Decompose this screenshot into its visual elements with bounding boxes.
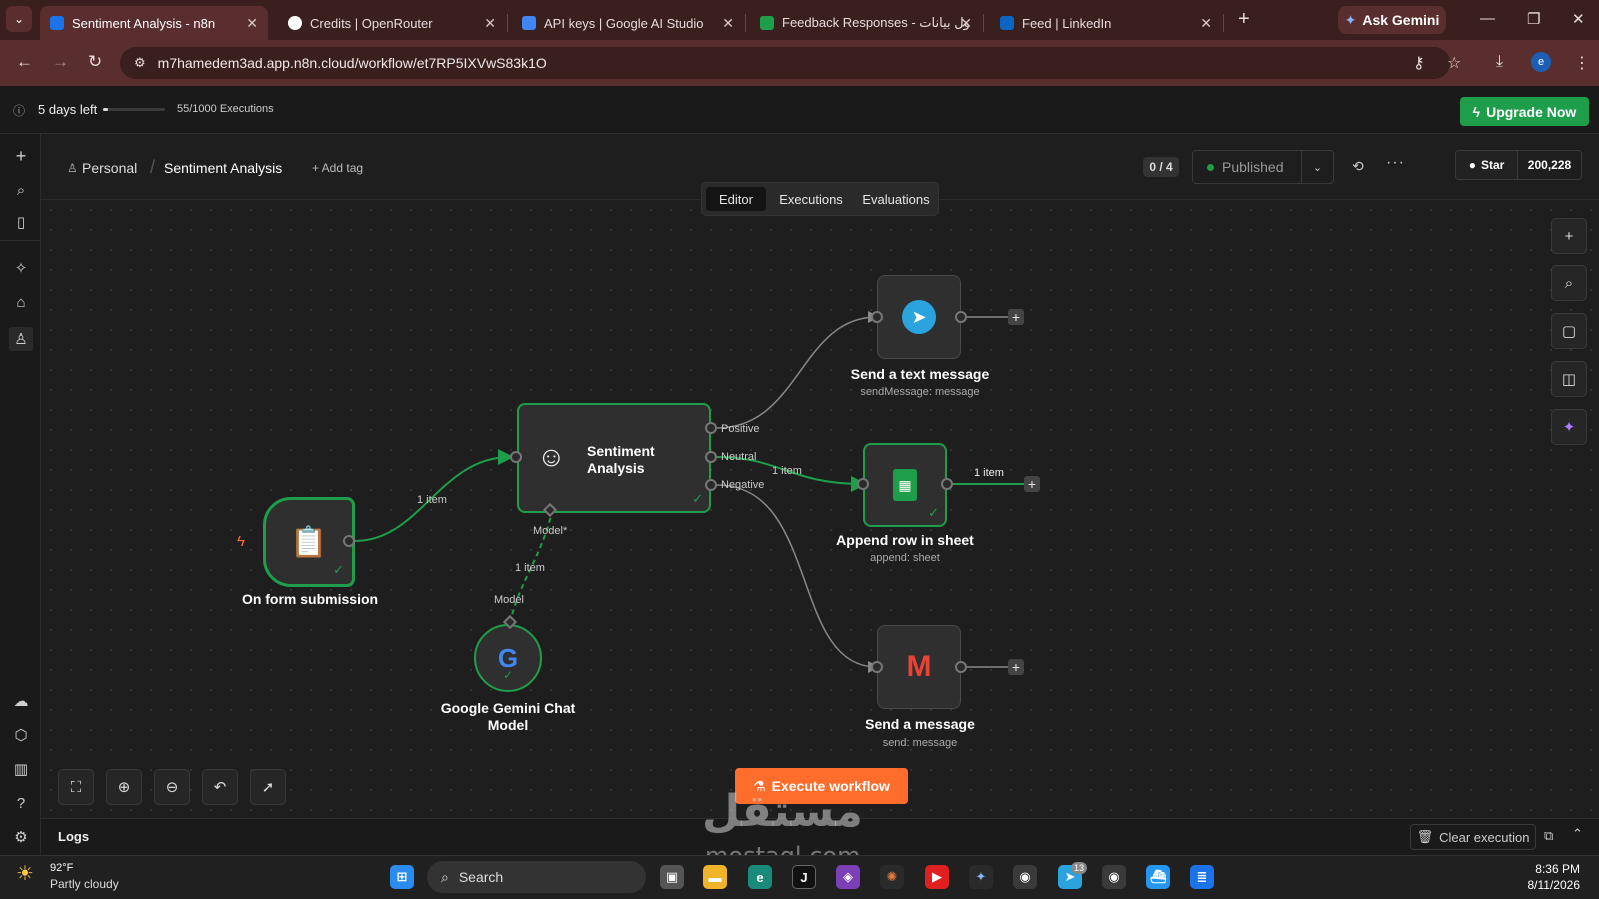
fit-view-icon[interactable]: ⛶ [58,769,94,805]
clipboard-icon: 📋 [290,525,328,559]
model-port-label: Model* [533,525,568,537]
edge-label: 1 item [515,562,545,574]
zoom-in-icon[interactable]: ⊕ [106,769,142,805]
node-form-submission[interactable]: 📋 ✓ [263,497,355,587]
node-label: Send a text message [850,366,990,382]
output-handle[interactable] [955,661,967,673]
success-check-icon: ✓ [333,562,344,577]
canvas-search-icon[interactable]: ⌕ [1551,265,1587,301]
windows-start-icon[interactable]: ⊞ [390,865,414,889]
tidy-up-icon[interactable]: ➚ [250,769,286,805]
weather-condition: Partly cloudy [50,877,119,891]
gemini-app-icon[interactable]: ✦ [969,865,993,889]
trigger-lightning-icon: ϟ [237,533,245,550]
node-label: Google Gemini Chat Model [440,700,576,733]
node-label: Send a message [865,716,975,732]
node-label: Sentiment Analysis [587,443,655,476]
node-send-text-message[interactable]: ➤ [877,275,961,359]
edge-browser-icon[interactable]: e [748,865,772,889]
weather-icon: ☀ [16,863,34,885]
sticky-note-icon[interactable]: ▢ [1551,313,1587,349]
output-handle-negative[interactable] [705,479,717,491]
output-label-negative: Negative [721,479,765,491]
output-handle[interactable] [941,478,953,490]
visual-studio-icon[interactable]: ◈ [836,865,860,889]
search-icon: ⌕ [441,868,449,885]
clock-date: 8/11/2026 [1527,878,1581,892]
output-label-positive: Positive [721,423,760,435]
watermark-arabic: مستقل [702,786,863,837]
chrome-active-icon[interactable]: ◉ [1013,865,1037,889]
telegram-badge: 13 [1071,862,1087,874]
panel-layout-icon[interactable]: ◫ [1551,361,1587,397]
node-subtitle: send: message [882,737,958,749]
node-gemini-chat-model[interactable]: G ✓ [474,624,542,692]
node-subtitle: sendMessage: message [860,386,980,398]
node-send-message[interactable]: M [877,625,961,709]
zoom-out-icon[interactable]: ⊖ [154,769,190,805]
edge-label: 1 item [974,467,1004,479]
popout-icon[interactable]: ⧉ [1544,828,1553,844]
trash-icon: 🗑 [1416,829,1434,844]
docker-icon[interactable]: ⛴ [1146,865,1170,889]
node-label: On form submission [241,591,379,607]
edge-label: 1 item [772,465,802,477]
success-check-icon: ✓ [928,505,939,520]
success-check-icon: ✓ [692,491,703,506]
input-handle[interactable] [871,661,883,673]
taskbar-search[interactable]: ⌕ Search [427,861,646,893]
chevron-up-icon[interactable]: ⌃ [1572,826,1583,842]
file-explorer-icon[interactable]: ▬ [703,865,727,889]
node-label: Append row in sheet [836,532,974,548]
output-label-neutral: Neutral [721,451,757,463]
task-view-icon[interactable]: ▣ [660,865,684,889]
notepad-icon[interactable]: ≣ [1190,865,1214,889]
model-port-label: Model [494,594,524,606]
edge-negative-to-gmail [716,484,880,673]
success-check-icon: ✓ [503,668,514,682]
connections-layer [354,311,1027,673]
node-subtitle: append: sheet [870,552,940,564]
claude-icon[interactable]: ✺ [880,865,904,889]
clear-execution-button[interactable]: 🗑 Clear execution [1410,824,1536,850]
clock-time: 8:36 PM [1535,862,1580,876]
add-node-button[interactable]: + [1551,218,1587,254]
telegram-icon: ➤ [902,300,936,334]
node-sentiment-analysis[interactable]: ☺ Sentiment Analysis ✓ [517,403,711,513]
node-append-row-in-sheet[interactable]: ▦ ✓ [863,443,947,527]
logs-label: Logs [58,829,90,844]
output-handle-positive[interactable] [705,422,717,434]
google-sheets-icon: ▦ [893,469,917,501]
sentiment-faces-icon: ☺ [537,441,566,472]
edge-label: 1 item [417,494,447,506]
input-handle[interactable] [871,311,883,323]
ai-assistant-icon[interactable]: ✦ [1551,409,1587,445]
input-handle[interactable] [857,478,869,490]
add-node-plus-icon[interactable]: + [1008,309,1024,325]
weather-temperature: 92°F [50,862,74,874]
output-handle-neutral[interactable] [705,451,717,463]
youtube-icon[interactable]: ▶ [925,865,949,889]
gmail-icon: M [906,650,932,683]
chrome-icon[interactable]: ◉ [1102,865,1126,889]
add-node-plus-icon[interactable]: + [1008,659,1024,675]
output-handle[interactable] [955,311,967,323]
output-handle[interactable] [343,535,355,547]
input-handle[interactable] [510,451,522,463]
add-node-plus-icon[interactable]: + [1024,476,1040,492]
undo-icon[interactable]: ↶ [202,769,238,805]
jetbrains-icon[interactable]: J [792,865,816,889]
